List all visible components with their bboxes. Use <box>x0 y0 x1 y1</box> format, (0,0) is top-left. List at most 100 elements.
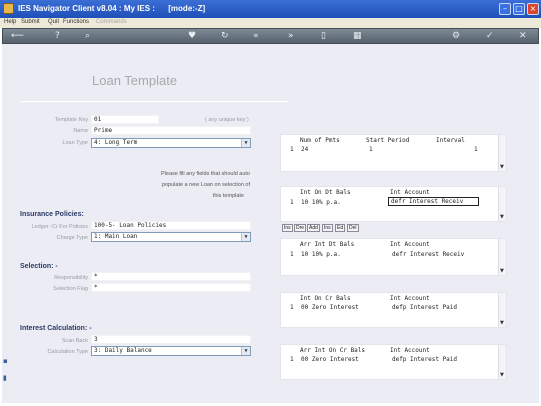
grid-button-ed[interactable]: Ed <box>335 224 346 232</box>
selection-flag-field[interactable]: * <box>91 283 251 292</box>
window-title: IES Navigator Client v8.04 : My IES : [m… <box>18 4 206 13</box>
ledger-cr-label: Ledger -Cr For Policies <box>31 224 88 230</box>
selection-flag-label: Selection Flag <box>53 286 88 292</box>
menu-functions[interactable]: Functions <box>63 19 89 25</box>
fast-forward-icon[interactable]: » <box>288 31 294 41</box>
check-icon[interactable]: ✓ <box>486 31 494 41</box>
int-account-cell[interactable]: defp Interest Paid <box>392 356 457 363</box>
scroll-down-icon[interactable]: ▼ <box>500 320 504 326</box>
row-number: 1 <box>290 251 294 258</box>
grid-button-add[interactable]: Add <box>307 224 320 232</box>
insurance-heading: Insurance Policies: <box>20 211 84 218</box>
search-icon[interactable]: ⌕ <box>85 31 90 41</box>
scroll-down-icon[interactable]: ▼ <box>500 372 504 378</box>
menu-bar: Help Submit Quit Functions Commands <box>0 18 541 28</box>
row-number: 1 <box>290 199 294 206</box>
heart-icon[interactable]: ♥ <box>188 31 196 41</box>
charge-type-select[interactable]: 1: Main Loan ▼ <box>91 232 251 242</box>
back-arrow-icon[interactable]: ⟵ <box>11 31 24 41</box>
refresh-icon[interactable]: ↻ <box>221 31 229 41</box>
loan-type-value: 4: Long Term <box>94 139 138 146</box>
scroll-down-icon[interactable]: ▼ <box>500 268 504 274</box>
interval-cell[interactable]: 1 <box>474 146 478 153</box>
rewind-icon[interactable]: « <box>253 31 259 41</box>
side-icon-1[interactable]: ▪ <box>3 357 8 365</box>
toolbar: ⟵ ? ⌕ ♥ ↻ « » ▯ ▦ ⚙ ✓ ✕ <box>2 28 539 44</box>
chevron-down-icon[interactable]: ▼ <box>241 347 250 355</box>
num-pmts-cell[interactable]: 24 <box>301 146 308 153</box>
selection-heading: Selection: - <box>20 263 58 270</box>
interest-heading: Interest Calculation: - <box>20 325 92 332</box>
close-window-button[interactable]: × <box>527 3 539 15</box>
int-on-dt-scrollbar[interactable]: ▼ <box>498 187 506 221</box>
grid-header-int-account: Int Account <box>390 295 430 302</box>
charge-type-label: Charge Type <box>56 235 88 241</box>
help-icon[interactable]: ? <box>55 31 60 41</box>
arr-int-on-dt-scrollbar[interactable]: ▼ <box>498 239 506 275</box>
name-label: Name <box>73 128 88 134</box>
name-field[interactable]: Prime <box>91 126 251 135</box>
loan-type-label: Loan Type <box>62 140 88 146</box>
ledger-cr-field[interactable]: 100-5- Loan Policies <box>91 221 251 230</box>
grid-header-arr-int-dt: Arr Int Dt Bals <box>300 241 355 248</box>
grid-header-interval: Interval <box>436 137 465 144</box>
int-rate-cell[interactable]: 00 Zero Interest <box>301 304 359 311</box>
menu-commands: Commands <box>96 19 127 25</box>
calculation-type-value: 3: Daily Balance <box>94 347 152 354</box>
close-icon[interactable]: ✕ <box>519 31 527 41</box>
grid-header-arr-int-on-cr: Arr Int On Cr Bals <box>300 347 366 354</box>
template-key-label: Template Key <box>54 117 88 123</box>
chevron-down-icon[interactable]: ▼ <box>241 233 250 241</box>
app-icon <box>3 3 14 14</box>
title-bar: IES Navigator Client v8.04 : My IES : [m… <box>0 0 541 18</box>
scan-back-label: Scan Back <box>61 338 88 344</box>
arr-int-on-cr-scrollbar[interactable]: ▼ <box>498 345 506 379</box>
grid-header-int-account: Int Account <box>390 241 430 248</box>
chevron-down-icon[interactable]: ▼ <box>241 139 250 147</box>
grid-icon[interactable]: ▦ <box>353 31 362 41</box>
loan-type-select[interactable]: 4: Long Term ▼ <box>91 138 251 148</box>
grid-button-dre[interactable]: Dre <box>294 224 307 232</box>
maximize-button[interactable]: □ <box>513 3 525 15</box>
grid-button-del[interactable]: Del <box>347 224 359 232</box>
grid-header-start-period: Start Period <box>366 137 410 144</box>
note-line-1: Please fill any fields that should auto <box>161 171 250 177</box>
template-key-field[interactable]: 01 <box>91 115 159 124</box>
menu-quit[interactable]: Quit <box>48 19 59 25</box>
payments-scrollbar[interactable]: ▼ <box>498 135 506 171</box>
menu-submit[interactable]: Submit <box>21 19 40 25</box>
page-title: Loan Template <box>92 73 178 88</box>
int-account-cell[interactable]: defr Interest Receiv <box>392 251 464 258</box>
grid-header-int-account: Int Account <box>390 347 430 354</box>
note-line-3: this template <box>212 193 244 199</box>
int-rate-cell[interactable]: 10 10% p.a. <box>301 199 341 206</box>
grid-button-ins[interactable]: Ins <box>282 224 293 232</box>
scroll-down-icon[interactable]: ▼ <box>500 164 504 170</box>
grid-header-int-on-dt: Int On Dt Bals <box>300 189 351 196</box>
int-rate-cell[interactable]: 10 10% p.a. <box>301 251 341 258</box>
start-period-cell[interactable]: 1 <box>369 146 373 153</box>
document-icon[interactable]: ▯ <box>321 31 326 41</box>
calculation-type-label: Calculation Type <box>47 349 88 355</box>
calculation-type-select[interactable]: 3: Daily Balance ▼ <box>91 346 251 356</box>
side-icon-2[interactable]: ▮ <box>3 374 7 382</box>
scroll-down-icon[interactable]: ▼ <box>500 214 504 220</box>
int-account-cell[interactable]: defp Interest Paid <box>392 304 457 311</box>
minimize-button[interactable]: – <box>499 3 511 15</box>
int-on-cr-scrollbar[interactable]: ▼ <box>498 293 506 327</box>
grid-header-int-account: Int Account <box>390 189 430 196</box>
int-account-cell[interactable]: defr Interest Receiv <box>388 197 479 206</box>
divider <box>20 101 288 102</box>
grid-header-int-on-cr: Int On Cr Bals <box>300 295 351 302</box>
scan-back-field[interactable]: 3 <box>91 335 251 344</box>
row-number: 1 <box>290 356 294 363</box>
charge-type-value: 1: Main Loan <box>94 233 138 240</box>
int-rate-cell[interactable]: 00 Zero Interest <box>301 356 359 363</box>
responsibility-label: Responsibility <box>54 275 88 281</box>
menu-help[interactable]: Help <box>4 19 16 25</box>
responsibility-field[interactable]: * <box>91 272 251 281</box>
template-key-hint: ( any unique key ) <box>205 117 249 123</box>
row-number: 1 <box>290 146 294 153</box>
grid-button-ins-2[interactable]: Ins <box>322 224 333 232</box>
gear-icon[interactable]: ⚙ <box>452 31 460 41</box>
